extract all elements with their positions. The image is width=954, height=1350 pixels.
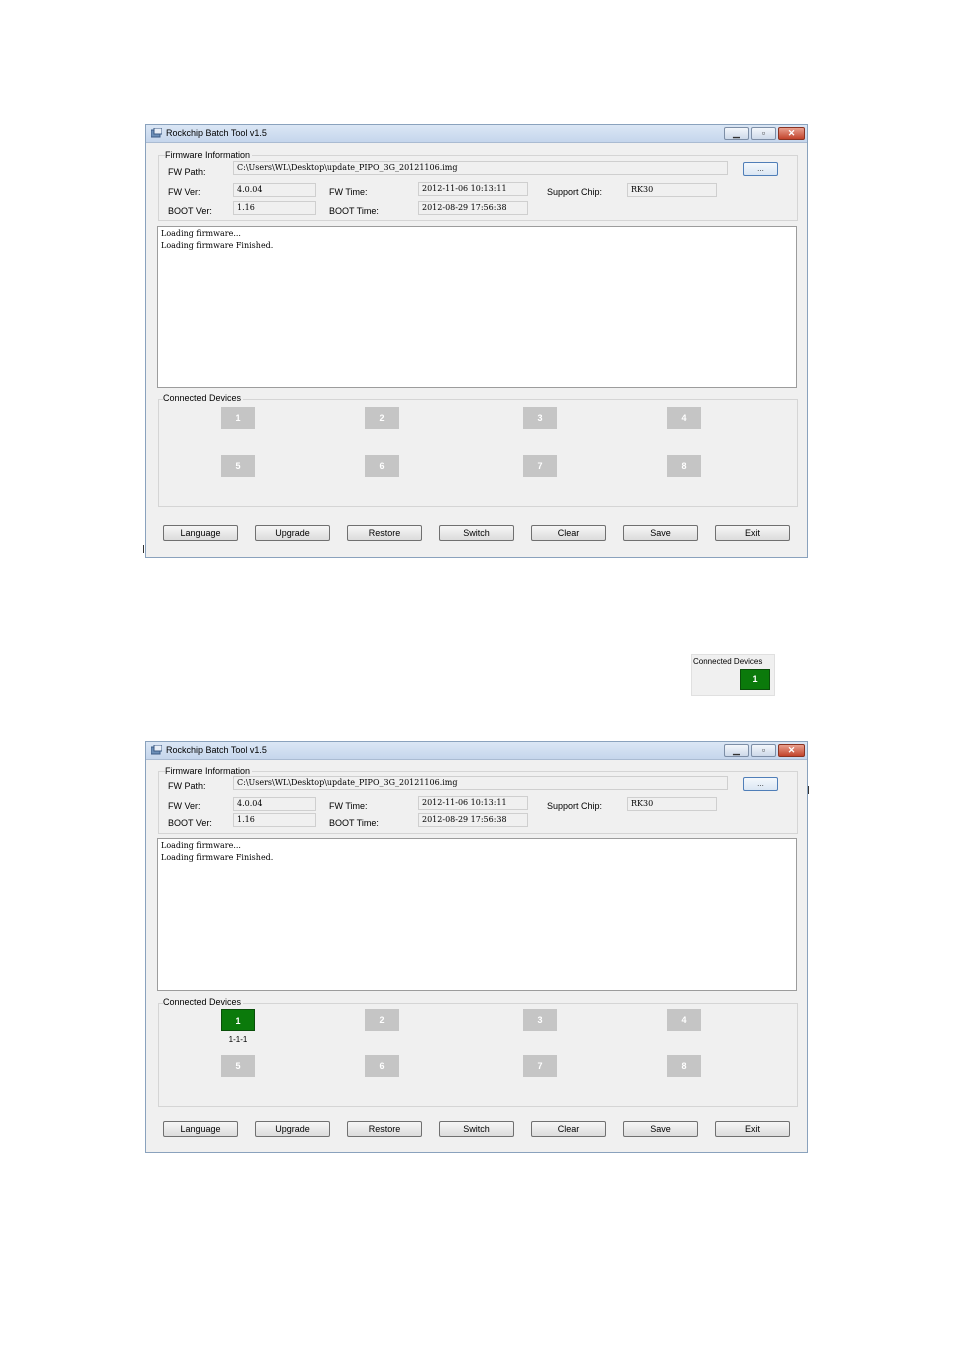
fw-ver-field: 4.0.04	[233, 797, 316, 811]
save-button[interactable]: Save	[623, 1121, 698, 1137]
snippet-devices-title: Connected Devices	[693, 657, 763, 666]
support-chip-field: RK30	[627, 797, 717, 811]
fw-time-label: FW Time:	[329, 187, 368, 197]
device-port-label: 1-1-1	[228, 1035, 248, 1044]
device-slot-6[interactable]: 6	[365, 1055, 399, 1077]
fw-path-field[interactable]: C:\Users\WL\Desktop\update_PIPO_3G_20121…	[233, 776, 728, 790]
window-title: Rockchip Batch Tool v1.5	[166, 745, 267, 755]
log-output[interactable]: Loading firmware... Loading firmware Fin…	[157, 838, 797, 991]
close-icon[interactable]: ✕	[778, 127, 805, 140]
fw-time-field: 2012-11-06 10:13:11	[418, 182, 528, 196]
restore-button[interactable]: Restore	[347, 1121, 422, 1137]
save-button[interactable]: Save	[623, 525, 698, 541]
fw-path-field[interactable]: C:\Users\WL\Desktop\update_PIPO_3G_20121…	[233, 161, 728, 175]
boot-time-field: 2012-08-29 17:56:38	[418, 201, 528, 215]
device-slot-4[interactable]: 4	[667, 1009, 701, 1031]
boot-ver-field: 1.16	[233, 201, 316, 215]
boot-time-label: BOOT Time:	[329, 818, 379, 828]
device-slot-8[interactable]: 8	[667, 455, 701, 477]
device-slot-5[interactable]: 5	[221, 455, 255, 477]
minimize-icon[interactable]: ▁	[724, 744, 749, 757]
device-slot-2[interactable]: 2	[365, 1009, 399, 1031]
browse-button[interactable]: ...	[743, 162, 778, 176]
snippet-device-slot-1[interactable]: 1	[740, 669, 770, 690]
log-output[interactable]: Loading firmware... Loading firmware Fin…	[157, 226, 797, 388]
title-bar[interactable]: Rockchip Batch Tool v1.5 ▁ ▫ ✕	[146, 742, 807, 760]
maximize-icon[interactable]: ▫	[751, 127, 776, 140]
fw-time-label: FW Time:	[329, 801, 368, 811]
exit-button[interactable]: Exit	[715, 525, 790, 541]
fw-time-field: 2012-11-06 10:13:11	[418, 796, 528, 810]
boot-time-label: BOOT Time:	[329, 206, 379, 216]
log-line: Loading firmware...	[161, 841, 241, 850]
maximize-icon[interactable]: ▫	[751, 744, 776, 757]
boot-ver-label: BOOT Ver:	[168, 206, 212, 216]
device-slot-5[interactable]: 5	[221, 1055, 255, 1077]
batch-tool-window-1: Rockchip Batch Tool v1.5 ▁ ▫ ✕ Firmware …	[145, 124, 808, 558]
connected-device-snippet: Connected Devices 1	[691, 654, 775, 696]
close-icon[interactable]: ✕	[778, 744, 805, 757]
batch-tool-window-2: Rockchip Batch Tool v1.5 ▁ ▫ ✕ Firmware …	[145, 741, 808, 1153]
device-slot-3[interactable]: 3	[523, 1009, 557, 1031]
fw-path-label: FW Path:	[168, 167, 206, 177]
log-line: Loading firmware...	[161, 229, 241, 238]
log-line: Loading firmware Finished.	[161, 241, 274, 250]
upgrade-button[interactable]: Upgrade	[255, 525, 330, 541]
boot-ver-label: BOOT Ver:	[168, 818, 212, 828]
device-slot-2[interactable]: 2	[365, 407, 399, 429]
language-button[interactable]: Language	[163, 1121, 238, 1137]
restore-button[interactable]: Restore	[347, 525, 422, 541]
device-slot-3[interactable]: 3	[523, 407, 557, 429]
switch-button[interactable]: Switch	[439, 1121, 514, 1137]
device-slot-6[interactable]: 6	[365, 455, 399, 477]
device-slot-1[interactable]: 1	[221, 407, 255, 429]
boot-ver-field: 1.16	[233, 813, 316, 827]
fw-ver-label: FW Ver:	[168, 187, 201, 197]
fw-path-label: FW Path:	[168, 781, 206, 791]
title-bar[interactable]: Rockchip Batch Tool v1.5 ▁ ▫ ✕	[146, 125, 807, 143]
connected-devices-title: Connected Devices	[163, 997, 244, 1007]
device-slot-4[interactable]: 4	[667, 407, 701, 429]
firmware-info-title: Firmware Information	[165, 766, 253, 776]
connected-devices-title: Connected Devices	[163, 393, 244, 403]
language-button[interactable]: Language	[163, 525, 238, 541]
app-icon	[151, 128, 162, 138]
exit-button[interactable]: Exit	[715, 1121, 790, 1137]
log-line: Loading firmware Finished.	[161, 853, 274, 862]
device-slot-1[interactable]: 1	[221, 1009, 255, 1031]
device-slot-7[interactable]: 7	[523, 455, 557, 477]
firmware-info-title: Firmware Information	[165, 150, 253, 160]
window-title: Rockchip Batch Tool v1.5	[166, 128, 267, 138]
app-icon	[151, 745, 162, 755]
edge-mark	[143, 545, 144, 553]
clear-button[interactable]: Clear	[531, 1121, 606, 1137]
fw-ver-field: 4.0.04	[233, 183, 316, 197]
switch-button[interactable]: Switch	[439, 525, 514, 541]
support-chip-field: RK30	[627, 183, 717, 197]
clear-button[interactable]: Clear	[531, 525, 606, 541]
device-slot-8[interactable]: 8	[667, 1055, 701, 1077]
boot-time-field: 2012-08-29 17:56:38	[418, 813, 528, 827]
fw-ver-label: FW Ver:	[168, 801, 201, 811]
support-chip-label: Support Chip:	[547, 187, 603, 197]
browse-button[interactable]: ...	[743, 777, 778, 791]
minimize-icon[interactable]: ▁	[724, 127, 749, 140]
support-chip-label: Support Chip:	[547, 801, 603, 811]
device-slot-7[interactable]: 7	[523, 1055, 557, 1077]
upgrade-button[interactable]: Upgrade	[255, 1121, 330, 1137]
edge-mark	[808, 786, 809, 794]
